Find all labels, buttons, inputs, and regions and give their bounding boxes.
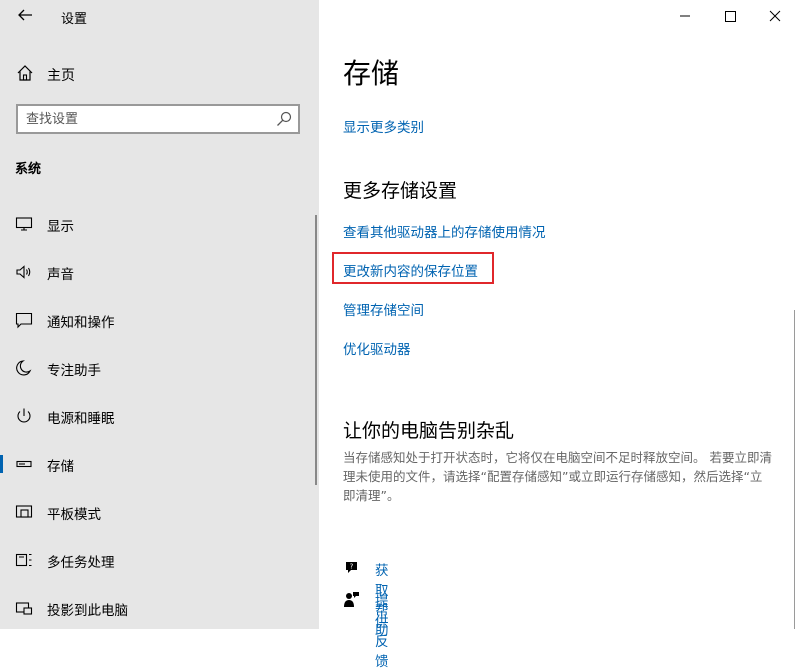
sidebar-item-label: 显示 xyxy=(47,219,74,235)
close-button[interactable] xyxy=(751,0,796,32)
monitor-icon xyxy=(15,217,33,231)
project-icon xyxy=(15,602,33,615)
sidebar-item-sound[interactable]: 声音 xyxy=(0,250,319,294)
sidebar-item-focus-assist[interactable]: 专注助手 xyxy=(0,346,319,390)
change-save-location-link[interactable]: 更改新内容的保存位置 xyxy=(343,260,478,280)
sidebar-item-label: 多任务处理 xyxy=(47,555,115,571)
sidebar-item-project[interactable]: 投影到此电脑 xyxy=(0,586,319,630)
multitask-icon xyxy=(15,553,32,567)
search-input[interactable] xyxy=(26,110,266,128)
page-title: 存储 xyxy=(343,57,400,90)
sidebar-item-home[interactable]: 主页 xyxy=(0,58,319,88)
declutter-description: 当存储感知处于打开状态时，它将仅在电脑空间不足时释放空间。 若要立即清理未使用的… xyxy=(343,450,772,503)
tablet-mode-icon xyxy=(15,505,33,518)
home-icon xyxy=(17,65,33,81)
main-content: 存储 显示更多类别 更多存储设置 查看其他驱动器上的存储使用情况 更改新内容的保… xyxy=(319,0,796,670)
sidebar-item-multitasking[interactable]: 多任务处理 xyxy=(0,538,319,582)
maximize-button[interactable] xyxy=(707,0,753,32)
back-button[interactable] xyxy=(14,6,36,28)
manage-storage-spaces-link[interactable]: 管理存储空间 xyxy=(343,299,424,319)
power-icon xyxy=(17,408,31,423)
moon-icon xyxy=(16,360,32,376)
sidebar-scrollbar[interactable] xyxy=(315,215,317,485)
minimize-button[interactable] xyxy=(662,0,708,32)
svg-text:?: ? xyxy=(350,563,354,571)
view-other-drives-link[interactable]: 查看其他驱动器上的存储使用情况 xyxy=(343,221,546,241)
arrow-left-icon xyxy=(18,9,32,21)
sidebar-item-storage[interactable]: 存储 xyxy=(0,442,319,486)
notification-icon xyxy=(15,312,33,329)
sidebar-item-label: 存储 xyxy=(47,459,74,475)
feedback-icon xyxy=(344,592,359,607)
sidebar-item-tablet-mode[interactable]: 平板模式 xyxy=(0,490,319,534)
speaker-icon xyxy=(16,265,31,279)
close-icon xyxy=(769,10,781,22)
maximize-icon xyxy=(725,11,736,22)
sidebar-item-label: 投影到此电脑 xyxy=(47,603,128,619)
more-storage-settings-heading: 更多存储设置 xyxy=(343,180,458,202)
sidebar-item-label: 主页 xyxy=(47,68,75,84)
sidebar-item-notifications[interactable]: 通知和操作 xyxy=(0,298,319,342)
app-title: 设置 xyxy=(61,12,88,27)
main-scrollbar[interactable] xyxy=(794,310,795,629)
sidebar-item-label: 平板模式 xyxy=(47,507,101,523)
sidebar-item-display[interactable]: 显示 xyxy=(0,202,319,246)
optimize-drives-link[interactable]: 优化驱动器 xyxy=(343,338,411,358)
minimize-icon xyxy=(680,15,690,17)
search-box[interactable] xyxy=(16,104,300,134)
sidebar-item-power[interactable]: 电源和睡眠 xyxy=(0,394,319,438)
section-title: 系统 xyxy=(15,162,42,177)
give-feedback-label: 提供反馈 xyxy=(375,594,389,670)
storage-icon xyxy=(16,460,32,468)
sidebar-item-label: 电源和睡眠 xyxy=(47,411,115,427)
show-more-categories-link[interactable]: 显示更多类别 xyxy=(343,116,424,136)
sidebar: 设置 主页 系统 显示 声音 通知和操作 xyxy=(0,0,319,629)
search-icon[interactable] xyxy=(276,111,292,127)
sidebar-item-label: 声音 xyxy=(47,267,74,283)
sidebar-item-label: 通知和操作 xyxy=(47,315,115,331)
selection-indicator xyxy=(0,455,3,473)
help-chat-icon: ? xyxy=(346,562,357,573)
sidebar-item-label: 专注助手 xyxy=(47,363,101,379)
declutter-heading: 让你的电脑告别杂乱 xyxy=(343,420,515,442)
